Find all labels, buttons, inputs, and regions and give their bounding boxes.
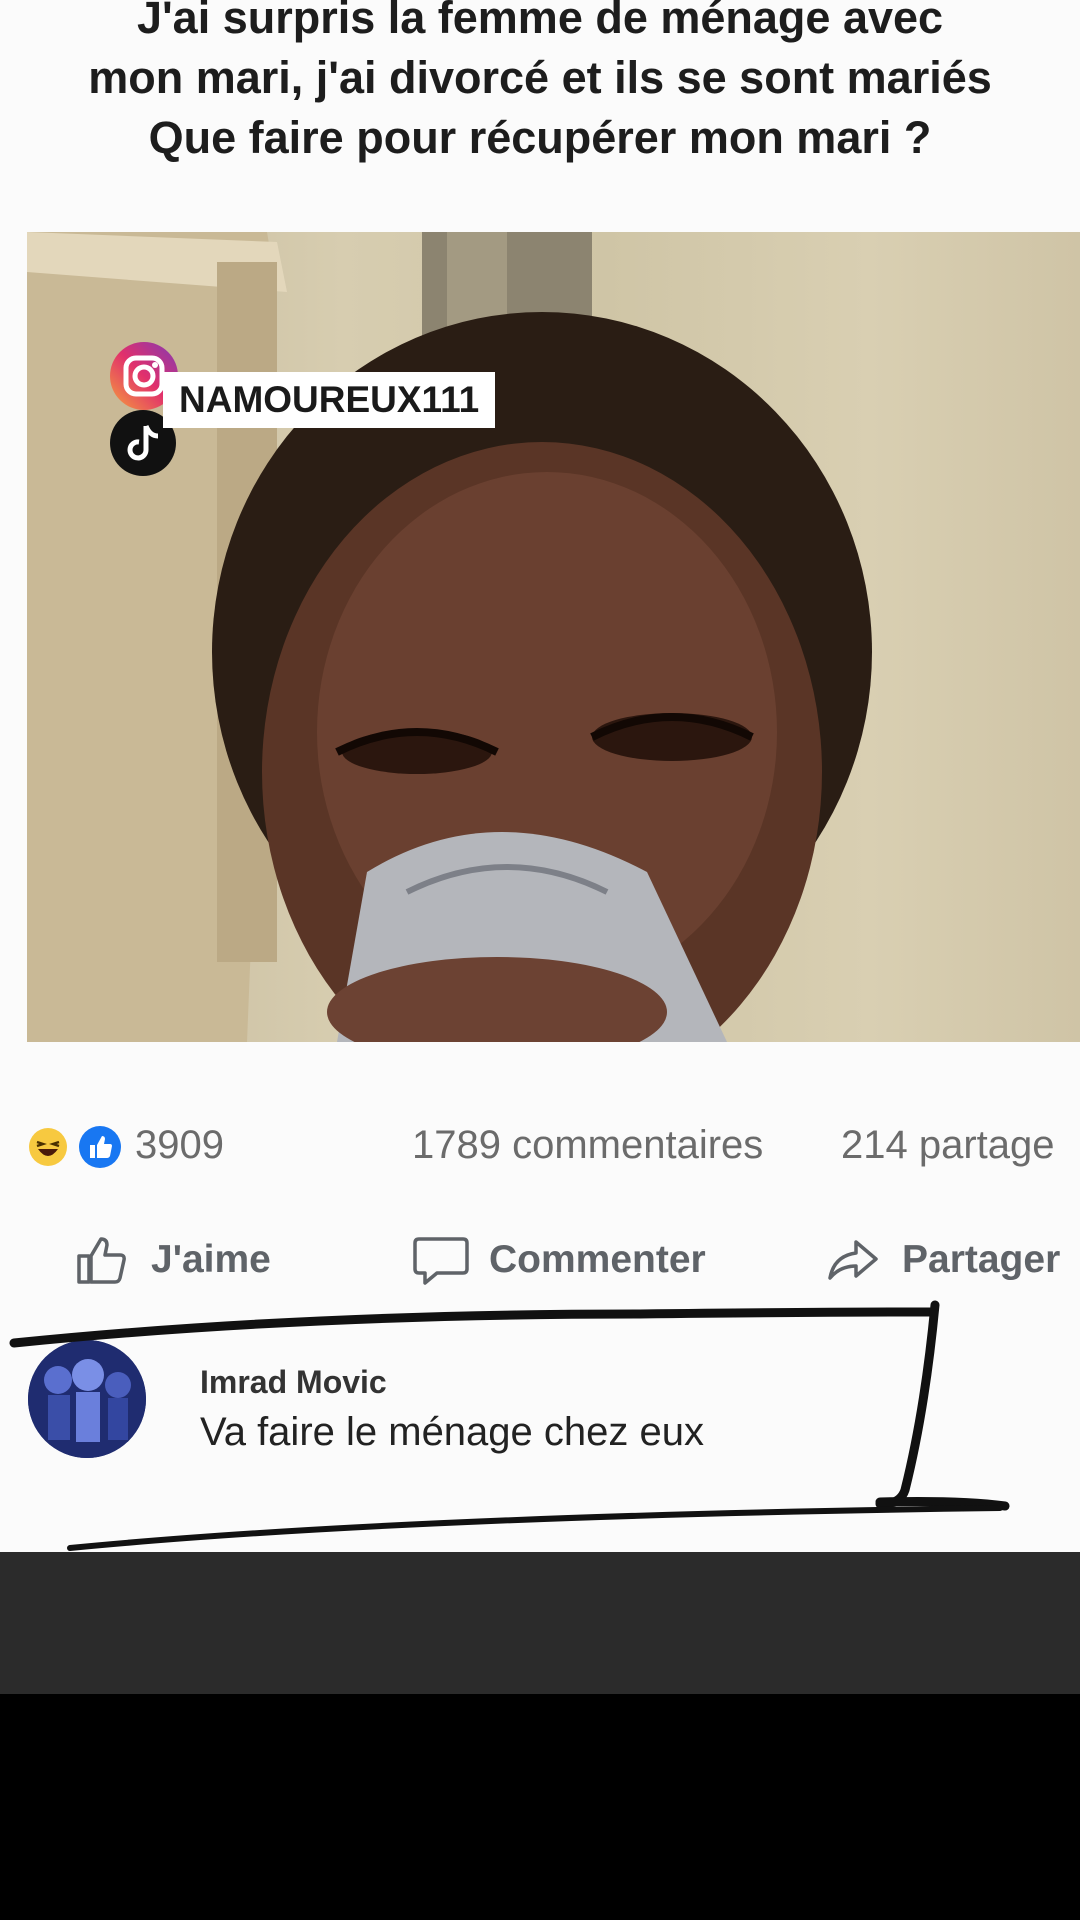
post-photo[interactable] bbox=[27, 232, 1080, 1042]
marker-annotation bbox=[9, 1300, 1010, 1551]
post-title-line-1: J'ai surpris la femme de ménage avec bbox=[136, 0, 944, 43]
share-button[interactable]: Partager bbox=[826, 1230, 1060, 1290]
bottom-overlay-bar bbox=[0, 1552, 1080, 1694]
haha-emoji-icon[interactable] bbox=[28, 1127, 68, 1167]
shares-count[interactable]: 214 partage bbox=[841, 1120, 1055, 1170]
thumbs-up-icon bbox=[77, 1237, 126, 1284]
post-screenshot: J'ai surpris la femme de ménage avec mon… bbox=[0, 0, 1080, 1552]
comment-label: Commenter bbox=[489, 1238, 706, 1281]
speech-bubble-icon bbox=[413, 1237, 469, 1285]
post-title-line-2: mon mari, j'ai divorcé et ils se sont ma… bbox=[88, 52, 992, 103]
comment-button[interactable]: Commenter bbox=[413, 1230, 706, 1290]
like-label: J'aime bbox=[151, 1238, 271, 1281]
reactions-count[interactable]: 3909 bbox=[135, 1120, 224, 1170]
photo-illustration bbox=[27, 232, 872, 1042]
photo-username-tag: NAMOUREUX111 bbox=[163, 372, 496, 428]
share-arrow-icon bbox=[828, 1240, 878, 1280]
post-title: J'ai surpris la femme de ménage avec mon… bbox=[0, 0, 1080, 168]
comments-count[interactable]: 1789 commentaires bbox=[412, 1120, 763, 1170]
like-reaction-icon[interactable] bbox=[78, 1125, 122, 1169]
share-label: Partager bbox=[902, 1238, 1061, 1281]
post-title-line-3: Que faire pour récupérer mon mari ? bbox=[148, 112, 932, 163]
like-button[interactable]: J'aime bbox=[75, 1230, 271, 1290]
